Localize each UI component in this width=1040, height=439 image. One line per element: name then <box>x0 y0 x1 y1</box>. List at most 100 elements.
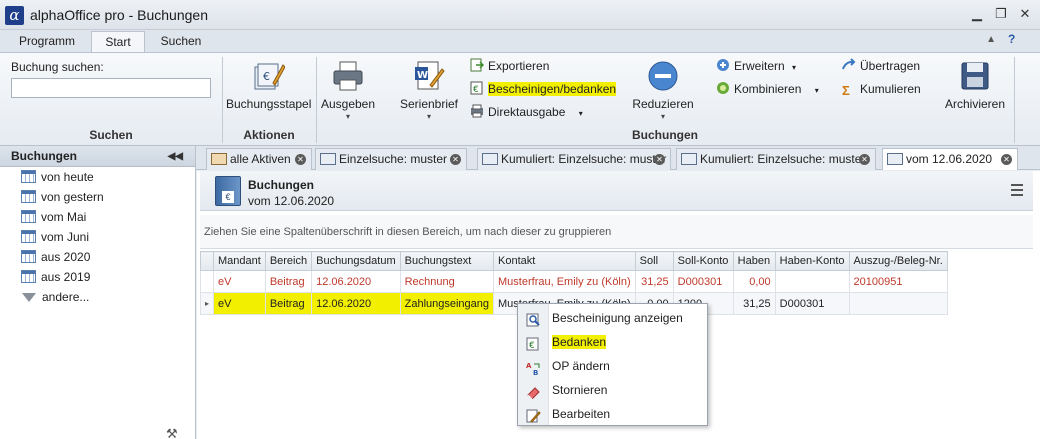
doc-tab-alle-aktiven[interactable]: alle Aktiven ✕ <box>206 148 312 170</box>
cell-haben-konto <box>774 270 850 293</box>
eraser-icon <box>526 383 541 400</box>
direktausgabe-button[interactable]: Direktausgabe ▾ <box>470 102 583 122</box>
help-icon[interactable]: ? <box>1008 32 1022 46</box>
nav-item-label: andere... <box>42 290 90 304</box>
menu-item-stornieren[interactable]: Stornieren <box>518 378 707 402</box>
menu-item-label: Bedanken <box>552 335 607 349</box>
reduzieren-button[interactable]: Reduzieren ▾ <box>630 59 696 121</box>
nav-item-aus-2020[interactable]: aus 2020 <box>21 248 90 266</box>
document-tab-bar: alle Aktiven ✕ Einzelsuche: muster ✕ Kum… <box>196 146 1040 170</box>
ribbon-collapse-icon[interactable]: ▲ <box>986 34 996 45</box>
cell-kontakt: Musterfrau, Emily zu (Köln) <box>493 270 636 293</box>
menu-item-label: Bearbeiten <box>552 407 611 421</box>
exportieren-button[interactable]: Exportieren <box>470 56 549 76</box>
export-icon <box>470 58 485 72</box>
ausgeben-dropdown-icon[interactable]: ▾ <box>320 112 376 121</box>
archivieren-label: Archivieren <box>944 97 1006 111</box>
group-label-buchungen: Buchungen <box>632 128 698 142</box>
table-row[interactable]: eV Beitrag 12.06.2020 Rechnung Musterfra… <box>200 270 948 293</box>
cell-buchungsdatum: 12.06.2020 <box>311 292 401 315</box>
bescheinigen-bedanken-button[interactable]: € Bescheinigen/bedanken <box>470 79 617 99</box>
column-header-buchungstext[interactable]: Buchungstext <box>399 251 495 271</box>
kumulieren-button[interactable]: Σ Kumulieren <box>842 79 921 99</box>
buchungsstapel-button[interactable]: € Buchungsstapel <box>226 59 311 111</box>
nav-item-von-heute[interactable]: von heute <box>21 168 94 186</box>
menu-item-label: OP ändern <box>552 359 610 373</box>
column-header-haben[interactable]: Haben <box>732 251 776 271</box>
calendar-icon <box>21 170 36 183</box>
column-header-haben-konto[interactable]: Haben-Konto <box>774 251 850 271</box>
cell-buchungsdatum: 12.06.2020 <box>311 270 401 293</box>
ausgeben-button[interactable]: Ausgeben ▾ <box>320 59 376 121</box>
column-header-bereich[interactable]: Bereich <box>264 251 313 271</box>
erweitern-button[interactable]: Erweitern ▾ <box>716 56 796 76</box>
calendar-icon <box>21 250 36 263</box>
doc-tab-kumuliert-1[interactable]: Kumuliert: Einzelsuche: muster ✕ <box>477 148 671 170</box>
menu-item-bescheinigung-anzeigen[interactable]: Bescheinigung anzeigen <box>518 306 707 330</box>
close-tab-icon[interactable]: ✕ <box>654 154 665 165</box>
column-header-buchungsdatum[interactable]: Buchungsdatum <box>311 251 401 271</box>
menu-item-label: Bescheinigung anzeigen <box>552 311 683 325</box>
doc-tab-einzelsuche[interactable]: Einzelsuche: muster ✕ <box>315 148 467 170</box>
nav-item-vom-juni[interactable]: vom Juni <box>21 228 89 246</box>
close-tab-icon[interactable]: ✕ <box>450 154 461 165</box>
ab-swap-icon: AB <box>526 359 541 377</box>
search-input[interactable] <box>11 78 211 98</box>
collapse-panel-icon[interactable]: ◀◀ <box>168 146 183 167</box>
archivieren-button[interactable]: Archivieren <box>942 59 1008 111</box>
cell-bereich: Beitrag <box>264 270 313 293</box>
nav-item-label: vom Juni <box>41 230 90 244</box>
minimize-button[interactable]: ▁ <box>969 6 985 22</box>
cell-beleg-nr: 20100951 <box>848 270 948 293</box>
reduzieren-icon <box>646 59 680 93</box>
ledger-icon <box>887 153 903 165</box>
cell-buchungstext: Rechnung <box>399 270 495 293</box>
ribbon-tab-bar: Programm Start Suchen <box>0 30 1040 52</box>
serienbrief-dropdown-icon[interactable]: ▾ <box>396 112 462 121</box>
buchungen-book-icon <box>215 176 241 206</box>
column-header-kontakt[interactable]: Kontakt <box>493 251 636 271</box>
menu-item-bearbeiten[interactable]: Bearbeiten <box>518 402 707 426</box>
uebertragen-button[interactable]: Übertragen <box>842 56 920 76</box>
svg-text:A: A <box>526 362 532 370</box>
reduzieren-dropdown-icon[interactable]: ▾ <box>630 112 696 121</box>
kumulieren-label: Kumulieren <box>860 82 921 96</box>
close-tab-icon[interactable]: ✕ <box>859 154 870 165</box>
nav-item-andere[interactable]: andere... <box>21 288 89 306</box>
column-header-soll[interactable]: Soll <box>634 251 674 271</box>
cell-soll: 31,25 <box>634 270 674 293</box>
calendar-icon <box>21 210 36 223</box>
tools-icon[interactable]: ⚒ <box>166 426 178 439</box>
serienbrief-icon: W <box>412 59 446 93</box>
search-label: Buchung suchen: <box>11 60 104 74</box>
close-tab-icon[interactable]: ✕ <box>1001 154 1012 165</box>
nav-item-vom-mai[interactable]: vom Mai <box>21 208 86 226</box>
menu-item-bedanken[interactable]: € Bedanken <box>518 330 707 354</box>
kombinieren-dropdown-icon[interactable]: ▾ <box>815 86 819 95</box>
doc-tab-vom-12-06-2020[interactable]: vom 12.06.2020 ✕ <box>882 148 1018 170</box>
erweitern-dropdown-icon[interactable]: ▾ <box>792 63 796 72</box>
column-header-mandant[interactable]: Mandant <box>213 251 266 271</box>
nav-item-aus-2019[interactable]: aus 2019 <box>21 268 90 286</box>
restore-button[interactable]: ❐ <box>993 6 1009 22</box>
menu-item-op-aendern[interactable]: AB OP ändern <box>518 354 707 378</box>
svg-text:€: € <box>529 341 535 351</box>
tab-programm[interactable]: Programm <box>11 31 83 52</box>
nav-item-von-gestern[interactable]: von gestern <box>21 188 104 206</box>
nav-header: Buchungen ◀◀ <box>0 146 195 167</box>
tab-start[interactable]: Start <box>91 31 145 52</box>
options-menu-icon[interactable] <box>1011 184 1023 196</box>
cell-haben-konto: D000301 <box>774 292 850 315</box>
kombinieren-button[interactable]: Kombinieren ▾ <box>716 79 819 99</box>
direktausgabe-dropdown-icon[interactable]: ▾ <box>579 109 583 118</box>
close-button[interactable]: ✕ <box>1017 6 1033 22</box>
row-indicator-icon: ▸ <box>200 292 214 315</box>
tab-suchen[interactable]: Suchen <box>153 31 209 52</box>
column-header-auszug-beleg-nr[interactable]: Auszug-/Beleg-Nr. <box>848 251 948 271</box>
calendar-icon <box>21 230 36 243</box>
column-header-soll-konto[interactable]: Soll-Konto <box>672 251 734 271</box>
serienbrief-button[interactable]: W Serienbrief ▾ <box>396 59 462 121</box>
magnifier-icon <box>526 311 541 327</box>
close-tab-icon[interactable]: ✕ <box>295 154 306 165</box>
doc-tab-kumuliert-2[interactable]: Kumuliert: Einzelsuche: muster ✕ <box>676 148 876 170</box>
